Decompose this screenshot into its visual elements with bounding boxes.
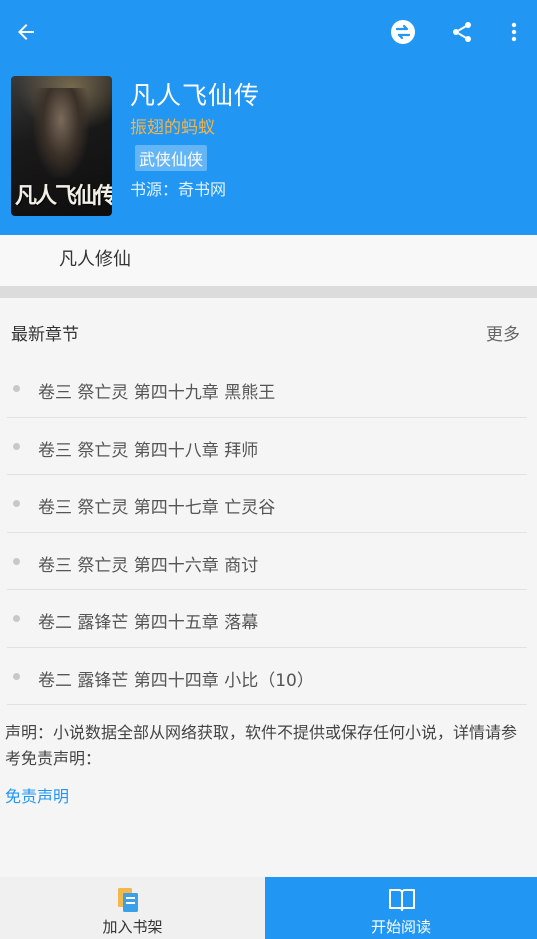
chapter-label: 卷三 祭亡灵 第四十七章 亡灵谷 bbox=[38, 498, 276, 518]
book-intro: 凡人修仙 bbox=[0, 235, 537, 286]
book-title: 凡人飞仙传 bbox=[130, 81, 261, 110]
bullet-dot-icon bbox=[13, 500, 20, 507]
book-author[interactable]: 振翅的蚂蚁 bbox=[130, 113, 215, 138]
bookshelf-add-icon bbox=[118, 888, 138, 912]
chapter-label: 卷二 露锋芒 第四十五章 落幕 bbox=[38, 613, 259, 633]
latest-chapters-heading: 最新章节 bbox=[11, 325, 79, 345]
bullet-dot-icon bbox=[13, 615, 20, 622]
bullet-dot-icon bbox=[13, 385, 20, 392]
back-button[interactable] bbox=[8, 14, 44, 50]
cover-title: 凡人飞仙传 bbox=[15, 183, 112, 209]
bullet-dot-icon bbox=[13, 442, 20, 450]
chapter-label: 卷二 露锋芒 第四十四章 小比（10） bbox=[38, 670, 314, 691]
more-chapters-link[interactable]: 更多 bbox=[486, 320, 520, 345]
swap-source-button[interactable] bbox=[385, 14, 421, 50]
chapter-item[interactable]: 卷三 祭亡灵 第四十七章 亡灵谷 bbox=[7, 475, 527, 533]
arrow-left-icon bbox=[18, 24, 34, 40]
section-divider bbox=[0, 286, 537, 298]
swap-source-icon bbox=[391, 20, 415, 44]
add-to-shelf-label: 加入书架 bbox=[102, 918, 163, 936]
bottom-action-bar: 加入书架 开始阅读 bbox=[0, 877, 537, 939]
chapter-item[interactable]: 卷二 露锋芒 第四十五章 落幕 bbox=[7, 590, 527, 648]
book-source: 书源：奇书网 bbox=[130, 180, 227, 199]
chapter-item[interactable]: 卷三 祭亡灵 第四十八章 拜师 bbox=[7, 418, 527, 475]
chapter-label: 卷三 祭亡灵 第四十九章 黑熊王 bbox=[38, 383, 276, 403]
share-icon bbox=[453, 22, 471, 42]
start-reading-label: 开始阅读 bbox=[370, 918, 431, 936]
genre-tag: 武侠仙侠 bbox=[135, 145, 208, 171]
start-reading-button[interactable]: 开始阅读 bbox=[265, 877, 537, 939]
chapter-label: 卷三 祭亡灵 第四十六章 商讨 bbox=[38, 555, 259, 576]
more-options-button[interactable] bbox=[496, 14, 532, 50]
open-book-icon bbox=[389, 889, 415, 911]
chapter-label: 卷三 祭亡灵 第四十八章 拜师 bbox=[38, 440, 259, 461]
bullet-dot-icon bbox=[13, 672, 20, 680]
bullet-dot-icon bbox=[13, 557, 20, 565]
disclaimer-link[interactable]: 免责声明 bbox=[5, 783, 69, 807]
chapter-item[interactable]: 卷二 露锋芒 第四十四章 小比（10） bbox=[7, 648, 527, 705]
book-cover[interactable]: 凡人飞仙传 bbox=[11, 76, 112, 216]
add-to-shelf-button[interactable]: 加入书架 bbox=[0, 877, 265, 939]
cover-art-figure bbox=[33, 88, 89, 178]
disclaimer-text: 声明：小说数据全部从网络获取，软件不提供或保存任何小说，详情请参考免责声明： bbox=[5, 723, 518, 768]
more-vertical-icon bbox=[511, 22, 517, 42]
book-header: 凡人飞仙传 凡人飞仙传 振翅的蚂蚁 武侠仙侠 书源：奇书网 bbox=[0, 0, 537, 235]
share-button[interactable] bbox=[444, 14, 480, 50]
chapter-item[interactable]: 卷三 祭亡灵 第四十九章 黑熊王 bbox=[7, 360, 527, 418]
chapter-item[interactable]: 卷三 祭亡灵 第四十六章 商讨 bbox=[7, 533, 527, 590]
intro-text: 凡人修仙 bbox=[59, 249, 131, 270]
chapter-list: 卷三 祭亡灵 第四十九章 黑熊王 卷三 祭亡灵 第四十八章 拜师 卷三 祭亡灵 … bbox=[0, 360, 537, 705]
